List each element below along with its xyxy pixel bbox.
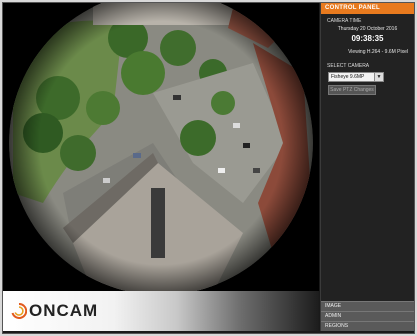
select-camera-label: SELECT CAMERA bbox=[327, 63, 370, 69]
branding-bar: ONCAM bbox=[3, 291, 319, 331]
save-ptz-changes-button[interactable]: Save PTZ Changes bbox=[328, 85, 376, 95]
brand-logo-text: ONCAM bbox=[29, 301, 99, 320]
panel-menu: IMAGE ADMIN REGIONS bbox=[321, 301, 414, 331]
fisheye-video-image bbox=[3, 3, 319, 291]
camera-date: Thursday 20 October 2016 bbox=[337, 26, 398, 32]
camera-time: 09:38:35 bbox=[351, 34, 384, 43]
control-panel-header: CONTROL PANEL bbox=[321, 3, 414, 14]
oncam-logo-icon bbox=[11, 303, 27, 319]
camera-select[interactable]: Fisheye 9.6MP ▼ bbox=[328, 72, 414, 82]
control-panel: CONTROL PANEL CAMERA TIME Thursday 20 Oc… bbox=[320, 3, 414, 331]
menu-item-image[interactable]: IMAGE bbox=[321, 301, 414, 311]
camera-select-value[interactable]: Fisheye 9.6MP bbox=[328, 72, 375, 82]
menu-item-regions[interactable]: REGIONS bbox=[321, 321, 414, 331]
camera-video-feed[interactable] bbox=[3, 3, 319, 291]
camera-time-label: CAMERA TIME bbox=[327, 18, 362, 24]
viewing-info: Viewing H.264 - 9.6M Pixel bbox=[348, 49, 408, 55]
menu-item-admin[interactable]: ADMIN bbox=[321, 311, 414, 321]
chevron-down-icon[interactable]: ▼ bbox=[375, 72, 384, 82]
